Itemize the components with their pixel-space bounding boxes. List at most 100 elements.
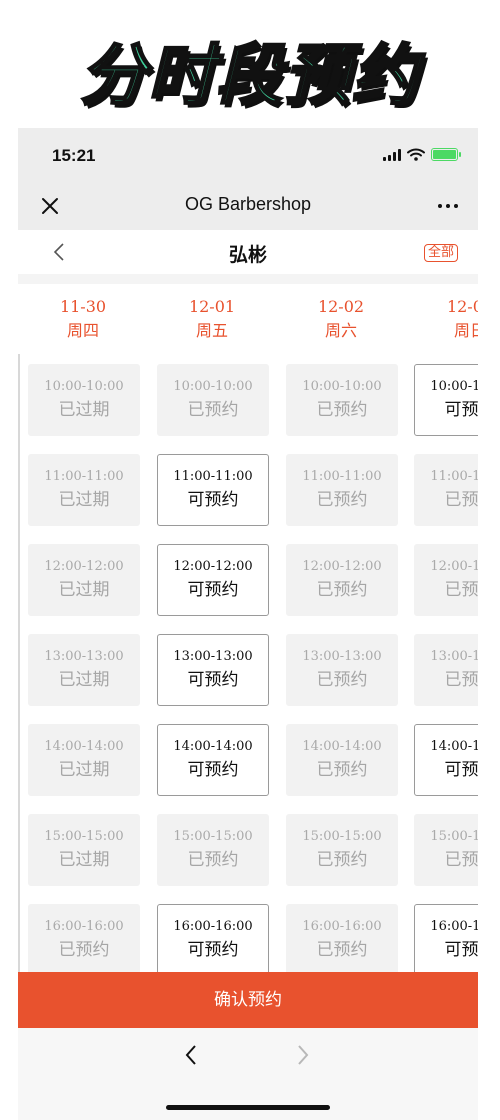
time-slot[interactable]: 14:00-14:00 可预约 [414, 724, 478, 796]
browser-forward-icon[interactable] [296, 1044, 310, 1066]
slot-status: 可预约 [187, 580, 239, 600]
slot-status: 已预约 [58, 940, 110, 960]
browser-back-icon[interactable] [184, 1044, 198, 1066]
time-slot: 15:00-15:00 已预约 [157, 814, 269, 886]
date-header-row: 11-30 周四 12-01 周五 12-02 周六 12-03 周日 [18, 284, 478, 354]
slot-time: 11:00-11:00 [44, 469, 124, 484]
slot-status: 已预约 [444, 670, 479, 690]
slot-status: 可预约 [187, 940, 239, 960]
slot-status: 可预约 [187, 490, 239, 510]
slot-time: 11:00-11:00 [173, 469, 253, 484]
time-slot[interactable]: 12:00-12:00 可预约 [157, 544, 269, 616]
slot-time: 16:00-16:00 [430, 919, 478, 934]
slot-status: 可预约 [444, 400, 479, 420]
weekday-label: 周六 [324, 321, 357, 340]
time-slot: 11:00-11:00 已预约 [414, 454, 478, 526]
wifi-icon [407, 148, 425, 161]
time-slot: 11:00-11:00 已预约 [286, 454, 398, 526]
slot-time: 13:00-13:00 [173, 649, 253, 664]
home-indicator[interactable] [166, 1105, 330, 1110]
slot-status: 已过期 [58, 580, 110, 600]
slot-status: 已预约 [444, 580, 479, 600]
slot-time: 11:00-11:00 [302, 469, 382, 484]
slot-time: 13:00-13:00 [44, 649, 124, 664]
slot-time: 12:00-12:00 [44, 559, 124, 574]
slot-time: 14:00-14:00 [173, 739, 253, 754]
slot-status: 已预约 [444, 850, 479, 870]
promo-banner: 分时段预约 [0, 0, 500, 128]
signal-icon [383, 148, 401, 161]
date-column[interactable]: 11-30 周四 [18, 296, 148, 344]
slot-status: 已预约 [444, 490, 479, 510]
date-column[interactable]: 12-03 周日 [405, 296, 478, 344]
all-button[interactable]: 全部 [423, 244, 458, 262]
time-slot: 10:00-10:00 已过期 [28, 364, 140, 436]
time-slot[interactable]: 16:00-16:00 可预约 [414, 904, 478, 972]
slot-status: 可预约 [444, 760, 479, 780]
divider [18, 274, 478, 284]
more-icon[interactable] [438, 204, 458, 208]
navbar: OG Barbershop [18, 182, 478, 230]
time-slot: 15:00-15:00 已预约 [286, 814, 398, 886]
date-label: 12-01 [188, 297, 236, 316]
date-column[interactable]: 12-02 周六 [276, 296, 406, 344]
slot-time: 15:00-15:00 [430, 829, 478, 844]
time-slot: 16:00-16:00 已预约 [286, 904, 398, 972]
slot-time: 13:00-13:00 [430, 649, 478, 664]
slot-time: 14:00-14:00 [302, 739, 382, 754]
slot-time: 12:00-12:00 [173, 559, 253, 574]
time-slot: 15:00-15:00 已预约 [414, 814, 478, 886]
slot-status: 已过期 [58, 670, 110, 690]
time-slot[interactable]: 10:00-10:00 可预约 [414, 364, 478, 436]
banner-title: 分时段预约 [79, 36, 420, 116]
time-slot: 14:00-14:00 已预约 [286, 724, 398, 796]
slot-status: 可预约 [444, 940, 479, 960]
confirm-booking-button[interactable]: 确认预约 [18, 972, 478, 1028]
slot-time: 10:00-10:00 [173, 379, 253, 394]
date-column[interactable]: 12-01 周五 [147, 296, 277, 344]
barber-name: 弘彬 [228, 244, 267, 266]
weekday-label: 周日 [453, 321, 478, 340]
slot-time: 12:00-12:00 [430, 559, 478, 574]
slot-status: 可预约 [187, 760, 239, 780]
slot-time: 11:00-11:00 [430, 469, 478, 484]
time-slot[interactable]: 13:00-13:00 可预约 [157, 634, 269, 706]
status-bar: 15:21 [18, 128, 478, 182]
slot-time: 16:00-16:00 [302, 919, 382, 934]
slot-time: 16:00-16:00 [173, 919, 253, 934]
slot-time: 10:00-10:00 [44, 379, 124, 394]
time-slot[interactable]: 14:00-14:00 可预约 [157, 724, 269, 796]
slot-status: 已预约 [316, 760, 368, 780]
slot-time: 10:00-10:00 [302, 379, 382, 394]
status-time: 15:21 [52, 146, 96, 165]
slot-status: 已预约 [316, 670, 368, 690]
slot-status: 已预约 [316, 850, 368, 870]
slot-time: 12:00-12:00 [302, 559, 382, 574]
weekday-label: 周四 [66, 321, 99, 340]
date-label: 11-30 [59, 297, 107, 316]
phone-screen: 15:21 OG Barbershop 弘彬 全部 11-30 周四 12-01… [18, 128, 478, 1120]
battery-icon [431, 148, 461, 161]
time-slot: 16:00-16:00 已预约 [28, 904, 140, 972]
browser-toolbar [18, 1028, 478, 1120]
time-slot: 13:00-13:00 已过期 [28, 634, 140, 706]
barber-header: 弘彬 全部 [18, 230, 478, 274]
slot-status: 已预约 [316, 940, 368, 960]
time-slot: 12:00-12:00 已预约 [414, 544, 478, 616]
slot-status: 已预约 [187, 850, 239, 870]
slot-time: 14:00-14:00 [430, 739, 478, 754]
time-slot: 13:00-13:00 已预约 [286, 634, 398, 706]
nav-title: OG Barbershop [184, 194, 312, 214]
time-slot: 15:00-15:00 已过期 [28, 814, 140, 886]
slot-time: 15:00-15:00 [302, 829, 382, 844]
slot-time: 10:00-10:00 [430, 379, 478, 394]
slot-time: 15:00-15:00 [173, 829, 253, 844]
slot-time: 14:00-14:00 [44, 739, 124, 754]
slot-status: 已过期 [58, 760, 110, 780]
slot-time: 16:00-16:00 [44, 919, 124, 934]
slot-status: 已过期 [58, 400, 110, 420]
time-slot[interactable]: 16:00-16:00 可预约 [157, 904, 269, 972]
time-slot: 10:00-10:00 已预约 [286, 364, 398, 436]
time-slot: 11:00-11:00 已过期 [28, 454, 140, 526]
time-slot[interactable]: 11:00-11:00 可预约 [157, 454, 269, 526]
